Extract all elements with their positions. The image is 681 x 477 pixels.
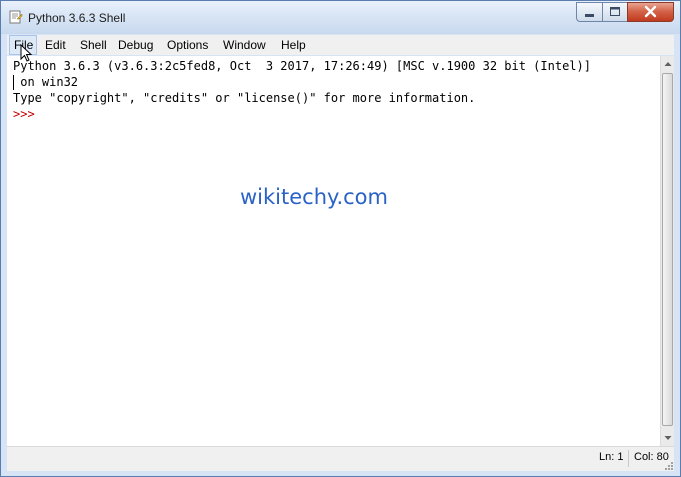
title-bar[interactable]: Python 3.6.3 Shell xyxy=(1,1,680,34)
shell-prompt: >>> xyxy=(13,107,35,121)
status-line-number: Ln: 1 xyxy=(599,451,624,463)
resize-grip-icon[interactable] xyxy=(664,461,674,471)
shell-text-area[interactable]: Python 3.6.3 (v3.6.3:2c5fed8, Oct 3 2017… xyxy=(7,56,674,446)
window-title: Python 3.6.3 Shell xyxy=(28,11,126,25)
close-button[interactable] xyxy=(627,2,674,22)
arrow-up-icon xyxy=(664,62,672,66)
menu-edit[interactable]: Edit xyxy=(45,35,66,55)
maximize-button[interactable] xyxy=(602,2,628,22)
menu-options[interactable]: Options xyxy=(167,35,208,55)
vertical-scrollbar[interactable] xyxy=(660,56,674,446)
menu-window[interactable]: Window xyxy=(223,35,266,55)
scroll-thumb[interactable] xyxy=(662,73,673,426)
idle-shell-window: Python 3.6.3 Shell File Edit Shell Debug… xyxy=(0,0,681,477)
python-idle-icon xyxy=(9,10,23,24)
menu-help[interactable]: Help xyxy=(281,35,306,55)
banner-line-3: Type "copyright", "credits" or "license(… xyxy=(13,91,476,105)
status-bar: Ln: 1 Col: 80 xyxy=(7,446,674,471)
scroll-down-button[interactable] xyxy=(661,430,675,446)
status-separator xyxy=(628,450,629,467)
maximize-icon xyxy=(610,7,620,16)
minimize-button[interactable] xyxy=(576,2,603,22)
menu-bar: File Edit Shell Debug Options Window Hel… xyxy=(7,35,674,55)
arrow-down-icon xyxy=(664,436,672,440)
banner-line-2: on win32 xyxy=(13,75,79,89)
minimize-icon xyxy=(585,14,594,17)
banner-line-1: Python 3.6.3 (v3.6.3:2c5fed8, Oct 3 2017… xyxy=(13,59,591,73)
close-icon xyxy=(644,5,657,18)
menu-shell[interactable]: Shell xyxy=(80,35,107,55)
watermark: wikitechy.com xyxy=(240,185,388,209)
scroll-up-button[interactable] xyxy=(661,56,675,72)
mouse-pointer-icon xyxy=(20,44,32,62)
menu-debug[interactable]: Debug xyxy=(118,35,153,55)
